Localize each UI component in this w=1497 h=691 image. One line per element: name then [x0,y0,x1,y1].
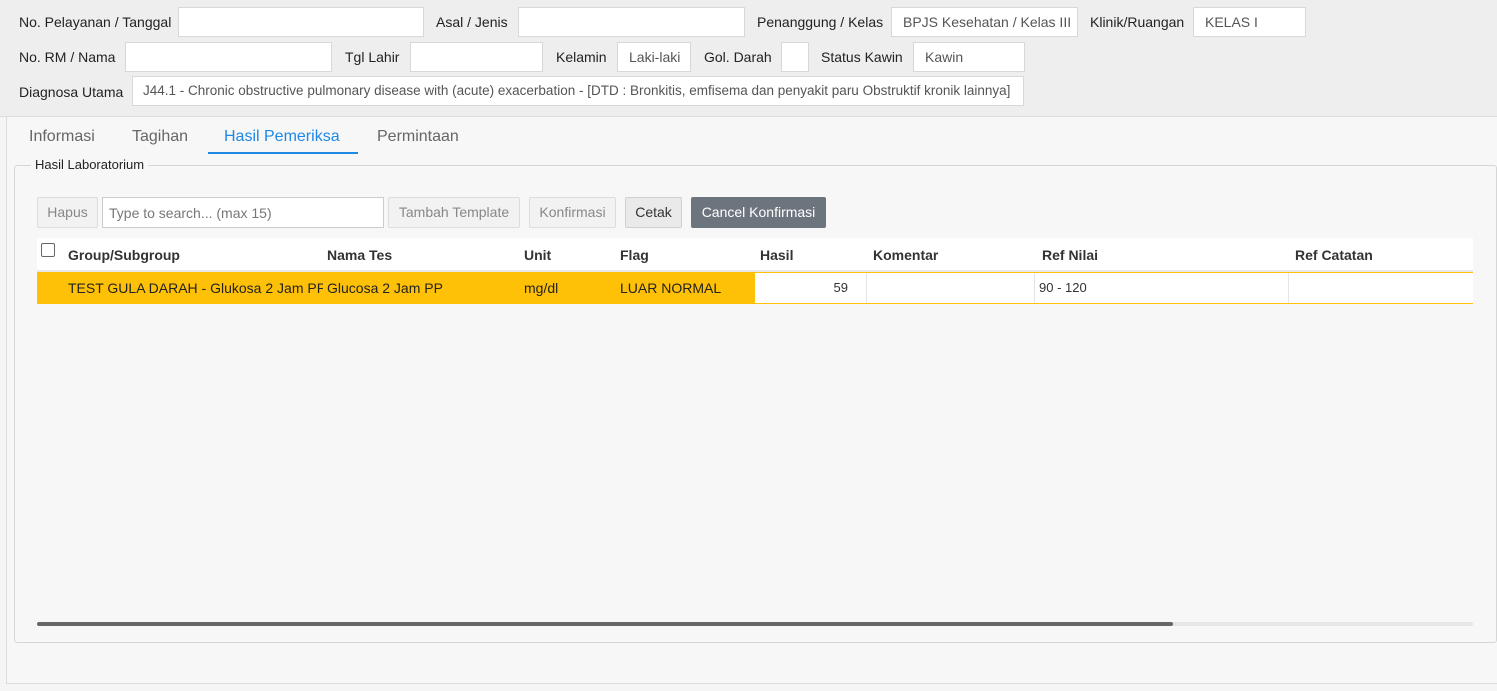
lab-results-fieldset [14,165,1497,643]
cell-ref-catatan [1289,273,1473,303]
cancel-konfirmasi-button[interactable]: Cancel Konfirmasi [691,197,826,228]
column-header-flag[interactable]: Flag [620,247,649,263]
cell-ref-nilai: 90 - 120 [1035,273,1289,303]
tambah-template-button[interactable]: Tambah Template [388,197,520,228]
patient-info-panel: No. Pelayanan / Tanggal Asal / Jenis Pen… [0,0,1497,117]
no-pelayanan-label: No. Pelayanan / Tanggal [19,14,172,30]
no-rm-nama-field[interactable] [125,42,332,72]
klinik-ruangan-field[interactable]: KELAS I [1193,7,1306,37]
tab-informasi[interactable]: Informasi [29,128,95,146]
gol-darah-field[interactable] [781,42,809,72]
gol-darah-label: Gol. Darah [704,49,772,65]
penanggung-kelas-field[interactable]: BPJS Kesehatan / Kelas III [891,7,1078,37]
column-header-unit[interactable]: Unit [524,247,551,263]
no-rm-nama-label: No. RM / Nama [19,49,116,65]
column-header-group[interactable]: Group/Subgroup [68,247,180,263]
active-tab-indicator [208,152,358,154]
cell-hasil-input[interactable]: 59 [755,273,867,303]
tgl-lahir-label: Tgl Lahir [345,49,400,65]
kelamin-label: Kelamin [556,49,607,65]
cell-nama-tes: Glucosa 2 Jam PP [327,280,443,296]
tgl-lahir-field[interactable] [410,42,543,72]
search-input[interactable] [102,197,384,228]
no-pelayanan-field[interactable] [178,7,424,37]
cell-komentar-input[interactable] [867,273,1035,303]
tab-tagihan[interactable]: Tagihan [132,128,188,146]
lab-results-legend: Hasil Laboratorium [31,157,149,172]
status-kawin-field[interactable]: Kawin [913,42,1025,72]
select-all-checkbox[interactable] [41,243,55,257]
main-panel: Informasi Tagihan Hasil Pemeriksa Permin… [6,117,1497,684]
diagnosa-utama-field[interactable]: J44.1 - Chronic obstructive pulmonary di… [132,76,1024,106]
cell-unit: mg/dl [524,280,559,296]
grid-header: Group/Subgroup Nama Tes Unit Flag Hasil … [37,238,1473,272]
asal-jenis-label: Asal / Jenis [436,14,508,30]
column-header-hasil[interactable]: Hasil [760,247,793,263]
horizontal-scrollbar-thumb[interactable] [37,622,1173,626]
asal-jenis-field[interactable] [518,7,745,37]
kelamin-field[interactable]: Laki-laki [617,42,691,72]
status-kawin-label: Status Kawin [821,49,903,65]
column-header-ref-catatan[interactable]: Ref Catatan [1295,247,1373,263]
hapus-button[interactable]: Hapus [37,197,98,228]
cetak-button[interactable]: Cetak [625,197,682,228]
konfirmasi-button[interactable]: Konfirmasi [529,197,616,228]
klinik-ruangan-label: Klinik/Ruangan [1090,14,1185,30]
column-header-komentar[interactable]: Komentar [873,247,938,263]
tab-hasil-pemeriksa[interactable]: Hasil Pemeriksa [224,128,340,146]
penanggung-kelas-label: Penanggung / Kelas [757,14,884,30]
column-header-ref-nilai[interactable]: Ref Nilai [1042,247,1098,263]
tab-permintaan[interactable]: Permintaan [377,128,459,146]
column-header-nama-tes[interactable]: Nama Tes [327,247,392,263]
table-row[interactable]: TEST GULA DARAH - Glukosa 2 Jam PP Gluco… [37,272,1473,304]
diagnosa-utama-label: Diagnosa Utama [19,84,124,100]
cell-group: TEST GULA DARAH - Glukosa 2 Jam PP [68,280,323,296]
cell-flag: LUAR NORMAL [620,280,722,296]
